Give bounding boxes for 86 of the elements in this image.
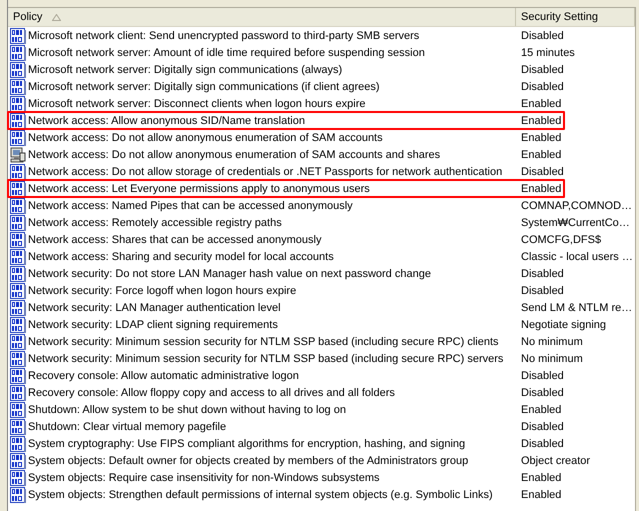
policy-name[interactable]: Network security: LAN Manager authentication level: [28, 302, 281, 314]
policy-name[interactable]: Microsoft network client: Send unencrypted password to third-party SMB servers: [28, 30, 420, 42]
policy-name[interactable]: Microsoft network server: Amount of idle time required before suspending session: [28, 46, 425, 58]
policy-name[interactable]: Microsoft network server: Disconnect clients when logon hours expire: [28, 98, 366, 110]
security-setting: Disabled: [521, 166, 564, 178]
policy-row[interactable]: Microsoft network server: Digitally sign communications (always) Disabled: [8, 61, 635, 78]
policy-row[interactable]: System objects: Strengthen default permissions of internal system objects (e.g. Symbolic Links) Enabled: [8, 486, 635, 503]
policy-name[interactable]: Recovery console: Allow automatic administrative logon: [28, 370, 299, 382]
policy-row[interactable]: Network access: Do not allow anonymous enumeration of SAM accounts Enabled: [8, 129, 635, 146]
security-setting: System₩CurrentCo…: [521, 216, 630, 228]
policy-row[interactable]: Shutdown: Allow system to be shut down without having to log on Enabled: [8, 401, 635, 418]
policy-name[interactable]: Network security: Minimum session security for NTLM SSP based (including secure RPC) servers: [28, 352, 504, 364]
security-setting: Disabled: [521, 80, 564, 92]
policy-name[interactable]: Microsoft network server: Digitally sign communications (always): [28, 64, 342, 76]
policy-row[interactable]: System objects: Default owner for objects created by members of the Administrators group Object creator: [8, 452, 635, 469]
security-setting: Enabled: [521, 98, 562, 110]
policy-name[interactable]: System cryptography: Use FIPS compliant algorithms for encryption, hashing, and signing: [28, 438, 466, 450]
policy-row[interactable]: System objects: Require case insensitivity for non-Windows subsystems Enabled: [8, 469, 635, 486]
policy-name[interactable]: Network access: Let Everyone permissions apply to anonymous users: [28, 182, 370, 194]
policy-row[interactable]: Shutdown: Clear virtual memory pagefile Disabled: [8, 418, 635, 435]
security-setting: Disabled: [521, 268, 564, 280]
security-setting: COMNAP,COMNOD…: [521, 200, 632, 212]
policy-name[interactable]: Recovery console: Allow floppy copy and access to all drives and all folders: [28, 386, 395, 398]
policy-row[interactable]: Network security: Force logoff when logon hours expire Disabled: [8, 282, 635, 299]
policy-name[interactable]: Network security: Minimum session security for NTLM SSP based (including secure RPC) clients: [28, 336, 499, 348]
security-setting: Disabled: [521, 386, 564, 398]
security-setting: Enabled: [521, 132, 562, 144]
policy-row[interactable]: Network access: Shares that can be accessed anonymously COMCFG,DFS$: [8, 231, 635, 248]
policy-name[interactable]: Network access: Do not allow anonymous enumeration of SAM accounts and shares: [28, 148, 440, 160]
policy-row[interactable]: Recovery console: Allow floppy copy and access to all drives and all folders Disabled: [8, 384, 635, 401]
policy-row[interactable]: Network security: LDAP client signing requirements Negotiate signing: [8, 316, 635, 333]
policy-name[interactable]: System objects: Strengthen default permissions of internal system objects (e.g. Symbolic Links): [28, 488, 493, 500]
policy-row[interactable]: Network access: Sharing and security model for local accounts Classic - local users …: [8, 248, 635, 265]
policy-name[interactable]: Network access: Sharing and security model for local accounts: [28, 250, 334, 262]
policy-name[interactable]: Network security: Do not store LAN Manager hash value on next password change: [28, 268, 431, 280]
policy-row[interactable]: Microsoft network server: Digitally sign communications (if client agrees) Disabled: [8, 78, 635, 95]
policy-row[interactable]: Network access: Do not allow anonymous enumeration of SAM accounts and shares Enabled: [8, 146, 635, 163]
security-setting: Disabled: [521, 370, 564, 382]
security-setting: Disabled: [521, 64, 564, 76]
policy-name[interactable]: Shutdown: Allow system to be shut down without having to log on: [28, 404, 346, 416]
sort-arrow-icon: [52, 14, 62, 20]
security-setting: COMCFG,DFS$: [521, 234, 602, 246]
policy-name[interactable]: Network security: Force logoff when logon hours expire: [28, 284, 296, 296]
computer-icon: [10, 146, 26, 162]
policy-name[interactable]: Network access: Named Pipes that can be accessed anonymously: [28, 200, 353, 212]
policy-name[interactable]: Shutdown: Clear virtual memory pagefile: [28, 420, 226, 432]
security-setting: Disabled: [521, 284, 564, 296]
security-setting: Disabled: [521, 420, 564, 432]
security-setting: Enabled: [521, 404, 562, 416]
policy-row[interactable]: Network access: Remotely accessible registry paths System₩CurrentCo…: [8, 214, 635, 231]
security-setting: Disabled: [521, 438, 564, 450]
policy-name[interactable]: Microsoft network server: Digitally sign communications (if client agrees): [28, 80, 380, 92]
policy-name[interactable]: System objects: Default owner for objects created by members of the Administrators group: [28, 454, 468, 466]
security-setting: No minimum: [521, 336, 583, 348]
security-setting: Enabled: [521, 488, 562, 500]
policy-name[interactable]: Network access: Shares that can be accessed anonymously: [28, 234, 322, 246]
security-setting: Negotiate signing: [521, 318, 606, 330]
security-setting: 15 minutes: [521, 46, 575, 58]
policy-name[interactable]: Network access: Remotely accessible registry paths: [28, 216, 282, 228]
security-setting: Enabled: [521, 148, 562, 160]
security-setting: No minimum: [521, 352, 583, 364]
policy-name[interactable]: System objects: Require case insensitivity for non-Windows subsystems: [28, 472, 380, 484]
policy-row[interactable]: Network access: Let Everyone permissions apply to anonymous users Enabled: [8, 180, 635, 197]
policy-name[interactable]: Network access: Do not allow storage of credentials or .NET Passports for network authentication: [28, 166, 502, 178]
policy-row[interactable]: Network access: Named Pipes that can be accessed anonymously COMNAP,COMNOD…: [8, 197, 635, 214]
policy-row[interactable]: Network security: Do not store LAN Manager hash value on next password change Disabled: [8, 265, 635, 282]
security-setting: Classic - local users …: [521, 250, 633, 262]
security-setting: Disabled: [521, 30, 564, 42]
security-setting: Object creator: [521, 454, 590, 466]
policy-row[interactable]: Microsoft network server: Disconnect clients when logon hours expire Enabled: [8, 95, 635, 112]
policy-row[interactable]: Network access: Do not allow storage of credentials or .NET Passports for network authentication Disabled: [8, 163, 635, 180]
policy-name[interactable]: Network access: Do not allow anonymous enumeration of SAM accounts: [28, 132, 383, 144]
policy-row[interactable]: Network security: Minimum session security for NTLM SSP based (including secure RPC) servers No minimum: [8, 350, 635, 367]
policy-row[interactable]: Microsoft network server: Amount of idle time required before suspending session 15 minutes: [8, 44, 635, 61]
policy-row[interactable]: Network access: Allow anonymous SID/Name translation Enabled: [8, 112, 635, 129]
security-setting: Enabled: [521, 182, 562, 194]
security-setting: Enabled: [521, 114, 562, 126]
policy-name[interactable]: Network security: LDAP client signing requirements: [28, 318, 278, 330]
policy-row[interactable]: System cryptography: Use FIPS compliant algorithms for encryption, hashing, and signing Disabled: [8, 435, 635, 452]
policy-row[interactable]: Network security: Minimum session security for NTLM SSP based (including secure RPC) clients No minimum: [8, 333, 635, 350]
security-setting: Enabled: [521, 472, 562, 484]
policy-row[interactable]: Microsoft network client: Send unencrypted password to third-party SMB servers Disabled: [8, 27, 635, 44]
policy-row[interactable]: Recovery console: Allow automatic administrative logon Disabled: [8, 367, 635, 384]
policy-name[interactable]: Network access: Allow anonymous SID/Name translation: [28, 114, 305, 126]
security-setting: Send LM & NTLM re…: [521, 302, 632, 314]
policy-row[interactable]: Network security: LAN Manager authentication level Send LM & NTLM re…: [8, 299, 635, 316]
